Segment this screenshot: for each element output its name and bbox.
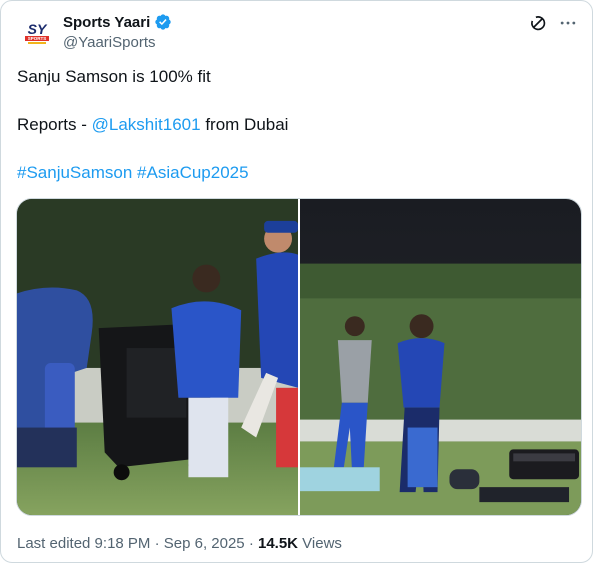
media-grid (16, 198, 582, 516)
tweet-line-2-suffix: from Dubai (200, 115, 289, 134)
edited-timestamp[interactable]: Last edited 9:18 PM · Sep 6, 2025 · (17, 535, 258, 552)
avatar[interactable]: SY SPORTS (17, 13, 57, 53)
grok-icon[interactable] (528, 13, 548, 33)
photo-right[interactable] (300, 199, 581, 515)
hashtag-link-asiacup2025[interactable]: #AsiaCup2025 (137, 163, 249, 182)
photo-left[interactable] (17, 199, 298, 515)
tweet-footer: Last edited 9:18 PM · Sep 6, 2025 · 14.5… (17, 535, 342, 552)
sports-yaari-logo: SY SPORTS (17, 13, 57, 53)
tweet-line-1: Sanju Samson is 100% fit (17, 67, 211, 86)
author-handle[interactable]: @YaariSports (63, 34, 172, 51)
views-label: Views (298, 535, 342, 552)
tweet-card[interactable]: SY SPORTS Sports Yaari @YaariSports Sanj… (0, 0, 593, 563)
views-count: 14.5K (257, 535, 299, 552)
photo-left-image (17, 199, 298, 515)
verified-badge-icon[interactable] (154, 13, 172, 31)
hashtag-link-sanjusamson[interactable]: #SanjuSamson (17, 163, 132, 182)
display-name-row: Sports Yaari (63, 11, 172, 33)
author-names: Sports Yaari @YaariSports (63, 11, 172, 51)
photo-right-image (300, 199, 581, 515)
tweet-hashtags: #SanjuSamson #AsiaCup2025 (17, 161, 249, 185)
tweet-line-2-prefix: Reports - (17, 115, 92, 134)
more-icon[interactable] (558, 13, 578, 33)
display-name[interactable]: Sports Yaari (63, 14, 150, 31)
tweet-line-2: Reports - @Lakshit1601 from Dubai (17, 113, 288, 137)
avatar-letters: SY (28, 21, 48, 37)
mention-link[interactable]: @Lakshit1601 (92, 115, 201, 134)
avatar-subtext: SPORTS (28, 36, 47, 41)
header-actions (528, 13, 578, 33)
tweet-header: SY SPORTS Sports Yaari @YaariSports (17, 11, 578, 55)
